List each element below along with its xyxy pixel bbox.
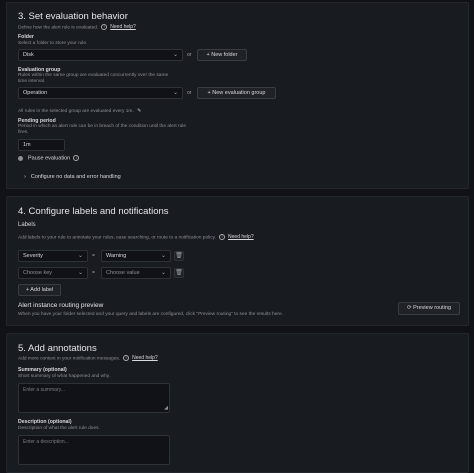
label-value-value: Warning bbox=[106, 253, 127, 259]
new-folder-button[interactable]: + New folder bbox=[197, 49, 247, 61]
chevron-down-icon: ⌄ bbox=[172, 90, 178, 96]
configure-no-data-toggle[interactable]: › Configure no data and error handling bbox=[24, 174, 121, 180]
section-title: 4. Configure labels and notifications bbox=[18, 206, 169, 217]
chevron-down-icon: ⌄ bbox=[77, 253, 83, 259]
chevron-right-icon: › bbox=[24, 174, 26, 180]
label-key-select[interactable]: Choose key ⌄ bbox=[18, 267, 88, 279]
delete-label-button[interactable]: 🗑 bbox=[174, 268, 184, 278]
evaluation-group-description-line2: time interval. bbox=[18, 79, 46, 84]
help-icon: ? bbox=[101, 24, 108, 30]
description-description: Description of what the alert rule does. bbox=[18, 426, 100, 431]
description-label: Description (optional) bbox=[18, 419, 72, 425]
label-key-select[interactable]: Severity ⌄ bbox=[18, 250, 88, 262]
pending-period-description-line2: fires. bbox=[18, 130, 29, 135]
folder-select-value: Disk bbox=[23, 52, 34, 58]
chevron-down-icon: ⌄ bbox=[160, 270, 166, 276]
label-key-placeholder: Choose key bbox=[23, 270, 53, 276]
summary-description: Short summary of what happened and why. bbox=[18, 374, 111, 379]
new-evaluation-group-button[interactable]: + New evaluation group bbox=[197, 87, 276, 99]
summary-label: Summary (optional) bbox=[18, 367, 67, 373]
label-key-value: Severity bbox=[23, 253, 43, 259]
pending-period-description-line1: Period in which an alert rule can be in … bbox=[18, 124, 186, 129]
labels-description-text: Add labels to your rule to annotate your… bbox=[18, 235, 217, 241]
labels-heading: Labels bbox=[18, 222, 36, 228]
equals-operator: = bbox=[92, 270, 95, 276]
trash-icon: 🗑 bbox=[175, 253, 183, 259]
section-annotations: 5. Add annotations Add more context in y… bbox=[6, 333, 469, 473]
interval-note: All rules in the selected group are eval… bbox=[18, 109, 141, 115]
evaluation-group-value: Operation bbox=[23, 90, 48, 96]
summary-textarea[interactable]: Enter a summary... ◢ bbox=[18, 383, 170, 413]
pending-period-value: 1m bbox=[23, 142, 31, 148]
label-value-select[interactable]: Warning ⌄ bbox=[101, 250, 171, 262]
resize-grip-icon[interactable]: ◢ bbox=[164, 405, 168, 411]
pending-period-input[interactable]: 1m bbox=[18, 139, 65, 151]
need-help-link[interactable]: Need help? bbox=[132, 355, 158, 361]
help-icon: ? bbox=[123, 355, 130, 361]
chevron-down-icon: ⌄ bbox=[160, 253, 166, 259]
folder-label: Folder bbox=[18, 34, 34, 40]
need-help-link[interactable]: Need help? bbox=[228, 234, 254, 240]
evaluation-group-select[interactable]: Operation ⌄ bbox=[18, 87, 183, 99]
pause-evaluation-text: Pause evaluation bbox=[28, 155, 71, 162]
section-title: 5. Add annotations bbox=[18, 343, 97, 354]
add-label-button[interactable]: + Add label bbox=[18, 284, 61, 296]
need-help-link[interactable]: Need help? bbox=[110, 24, 136, 30]
folder-select[interactable]: Disk ⌄ bbox=[18, 49, 183, 61]
equals-operator: = bbox=[92, 253, 95, 259]
add-label-text: Add label bbox=[30, 287, 54, 293]
summary-placeholder: Enter a summary... bbox=[23, 387, 65, 393]
or-label: or bbox=[187, 90, 192, 96]
trash-icon: 🗑 bbox=[175, 270, 183, 276]
configure-no-data-label: Configure no data and error handling bbox=[30, 174, 121, 180]
interval-note-text: All rules in the selected group are eval… bbox=[18, 109, 134, 114]
section-evaluation-behavior: 3. Set evaluation behavior Define how th… bbox=[6, 2, 469, 189]
new-folder-label: New folder bbox=[211, 52, 238, 58]
section-title: 3. Set evaluation behavior bbox=[18, 11, 128, 22]
routing-preview-title: Alert instance routing preview bbox=[18, 302, 104, 309]
pencil-icon[interactable]: ✎ bbox=[137, 109, 141, 114]
section-labels-notifications: 4. Configure labels and notifications La… bbox=[6, 196, 469, 326]
section-description-text: Add more context in your notification me… bbox=[18, 356, 121, 362]
folder-description: Select a folder to store your rule. bbox=[18, 41, 88, 46]
chevron-down-icon: ⌄ bbox=[77, 270, 83, 276]
pause-evaluation-label: Pause evaluation i bbox=[28, 155, 80, 162]
labels-description: Add labels to your rule to annotate your… bbox=[18, 234, 254, 241]
chevron-down-icon: ⌄ bbox=[172, 52, 178, 58]
section-description: Add more context in your notification me… bbox=[18, 355, 158, 362]
preview-routing-label: Preview routing bbox=[413, 305, 452, 311]
preview-routing-button[interactable]: ⟳ Preview routing bbox=[398, 302, 460, 315]
help-icon: ? bbox=[219, 234, 226, 240]
delete-label-button[interactable]: 🗑 bbox=[174, 251, 184, 261]
description-textarea[interactable]: Enter a description... bbox=[18, 435, 170, 465]
info-icon: i bbox=[73, 155, 80, 161]
evaluation-group-description: Rules within the same group are evaluate… bbox=[18, 73, 168, 85]
description-placeholder: Enter a description... bbox=[23, 439, 69, 445]
pending-period-description: Period in which an alert rule can be in … bbox=[18, 124, 186, 136]
or-label: or bbox=[187, 52, 192, 58]
section-description: Define how the alert rule is evaluated.?… bbox=[18, 24, 136, 31]
routing-preview-description: When you have your folder selected and y… bbox=[18, 312, 283, 317]
section-description-text: Define how the alert rule is evaluated. bbox=[18, 25, 99, 31]
label-value-select[interactable]: Choose value ⌄ bbox=[101, 267, 171, 279]
new-evaluation-group-label: New evaluation group bbox=[212, 90, 266, 96]
pause-toggle[interactable] bbox=[18, 156, 23, 161]
label-value-placeholder: Choose value bbox=[106, 270, 140, 276]
